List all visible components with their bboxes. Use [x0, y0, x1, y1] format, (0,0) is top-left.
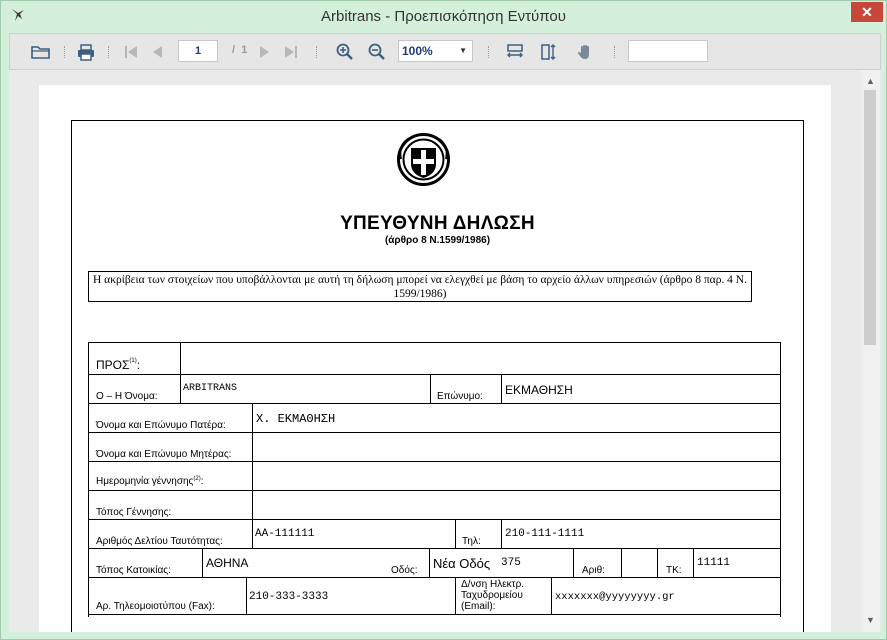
fit-page-icon[interactable] [538, 40, 560, 64]
street-label: Οδός: [391, 565, 418, 576]
toolbar-separator [488, 46, 489, 58]
form-col-line [430, 374, 431, 403]
form-col-line [180, 374, 181, 403]
scrollbar-thumb[interactable] [864, 90, 876, 345]
first-page-icon[interactable] [120, 40, 142, 64]
father-name-label: Όνομα και Επώνυμο Πατέρα: [96, 420, 226, 431]
title-bar[interactable]: Arbitrans - Προεπισκόπηση Εντύπου ✕ [1, 1, 886, 32]
phone-label: Τηλ: [462, 536, 481, 547]
postcode-label: ΤΚ: [666, 565, 682, 576]
scroll-down-arrow-icon[interactable]: ▼ [866, 615, 875, 625]
zoom-in-icon[interactable] [334, 40, 356, 64]
previous-page-icon[interactable] [146, 40, 168, 64]
document-viewer[interactable]: ΥΠΕΥΘΥΝΗ ΔΗΛΩΣΗ (άρθρο 8 Ν.1599/1986) Η … [9, 70, 881, 632]
toolbar-separator [108, 46, 109, 58]
form-row-line [89, 432, 780, 433]
form-col-line [573, 548, 574, 577]
name-field[interactable]: ARBITRANS [183, 383, 237, 394]
form-row-line [89, 519, 780, 520]
form-col-line [180, 343, 181, 374]
form-row-line [89, 403, 780, 404]
id-number-field[interactable]: ΑΑ-111111 [255, 528, 314, 540]
search-input[interactable] [628, 40, 708, 62]
form-col-line [501, 374, 502, 403]
form-col-line [252, 403, 253, 548]
fit-width-icon[interactable] [504, 40, 526, 64]
hand-tool-icon[interactable] [574, 40, 596, 64]
form-col-line [455, 577, 456, 614]
toolbar-separator [64, 46, 65, 58]
form-row-line [89, 374, 780, 375]
zoom-select[interactable]: 100% ▼ [398, 40, 473, 62]
page-count: / 1 [232, 44, 248, 56]
name-label: Ο – Η Όνομα: [96, 391, 158, 402]
chevron-down-icon: ▼ [459, 46, 467, 55]
fax-field[interactable]: 210-333-3333 [249, 591, 328, 603]
greek-coat-of-arms-emblem [396, 132, 451, 187]
form-col-line [551, 577, 552, 614]
email-label: Δ/νση Ηλεκτρ. Ταχυδρομείου (Email): [461, 579, 525, 612]
toolbar-separator [316, 46, 317, 58]
next-page-icon[interactable] [254, 40, 276, 64]
form-col-line [429, 548, 430, 577]
birthdate-label: Ημερομηνία γέννησης(2): [96, 476, 204, 487]
form-col-line [657, 548, 658, 577]
document-subtitle: (άρθρο 8 Ν.1599/1986) [384, 235, 491, 246]
vertical-scrollbar[interactable]: ▲ ▼ [861, 70, 880, 632]
number-label: Αριθ: [582, 565, 605, 576]
declaration-form: ΠΡΟΣ(1): Ο – Η Όνομα: ARBITRANS Επώνυμο:… [88, 342, 781, 617]
birthplace-label: Τόπος Γέννησης: [96, 507, 172, 518]
document-page: ΥΠΕΥΘΥΝΗ ΔΗΛΩΣΗ (άρθρο 8 Ν.1599/1986) Η … [39, 85, 831, 632]
toolbar-separator [614, 46, 615, 58]
email-field[interactable]: xxxxxxx@yyyyyyyy.gr [555, 591, 675, 603]
form-row-line [89, 577, 780, 578]
surname-field[interactable]: ΕΚΜΑΘΗΣΗ [505, 383, 573, 397]
residence-field[interactable]: ΑΘΗΝΑ [206, 556, 248, 570]
print-icon[interactable] [75, 40, 97, 64]
residence-label: Τόπος Κατοικίας: [96, 565, 171, 576]
page-frame: ΥΠΕΥΘΥΝΗ ΔΗΛΩΣΗ (άρθρο 8 Ν.1599/1986) Η … [71, 120, 804, 632]
street-field[interactable]: Νέα Οδός [433, 556, 490, 571]
street-number-field[interactable]: 375 [501, 557, 521, 569]
form-col-line [455, 519, 456, 548]
last-page-icon[interactable] [280, 40, 302, 64]
phone-field[interactable]: 210-111-1111 [505, 528, 584, 540]
toolbar: 1 / 1 100% ▼ [9, 33, 881, 70]
form-row-line [89, 548, 780, 549]
postcode-field[interactable]: 11111 [697, 557, 730, 569]
zoom-out-icon[interactable] [366, 40, 388, 64]
form-row-line [89, 490, 780, 491]
surname-label: Επώνυμο: [437, 391, 483, 402]
close-button[interactable]: ✕ [851, 2, 883, 22]
form-col-line [621, 548, 622, 577]
father-name-field[interactable]: Χ. ΕΚΜΑΘΗΣΗ [256, 412, 335, 426]
mother-name-label: Όνομα και Επώνυμο Μητέρας: [96, 449, 232, 460]
id-number-label: Αριθμός Δελτίου Ταυτότητας: [96, 536, 223, 547]
app-window: Arbitrans - Προεπισκόπηση Εντύπου ✕ 1 / … [0, 0, 887, 640]
form-col-line [501, 519, 502, 548]
document-title: ΥΠΕΥΘΥΝΗ ΔΗΛΩΣΗ [340, 213, 535, 234]
scroll-up-arrow-icon[interactable]: ▲ [866, 76, 875, 86]
recipient-label: ΠΡΟΣ(1): [96, 358, 141, 372]
accuracy-notice: Η ακρίβεια των στοιχείων που υποβάλλοντα… [88, 271, 752, 302]
form-col-line [693, 548, 694, 577]
fax-label: Αρ. Τηλεομοιοτύπου (Fax): [96, 601, 215, 612]
window-title: Arbitrans - Προεπισκόπηση Εντύπου [321, 8, 566, 25]
form-row-line [89, 614, 780, 615]
form-col-line [202, 548, 203, 577]
open-folder-icon[interactable] [30, 40, 52, 64]
page-number-input[interactable]: 1 [178, 40, 218, 62]
form-col-line [246, 577, 247, 614]
form-row-line [89, 461, 780, 462]
